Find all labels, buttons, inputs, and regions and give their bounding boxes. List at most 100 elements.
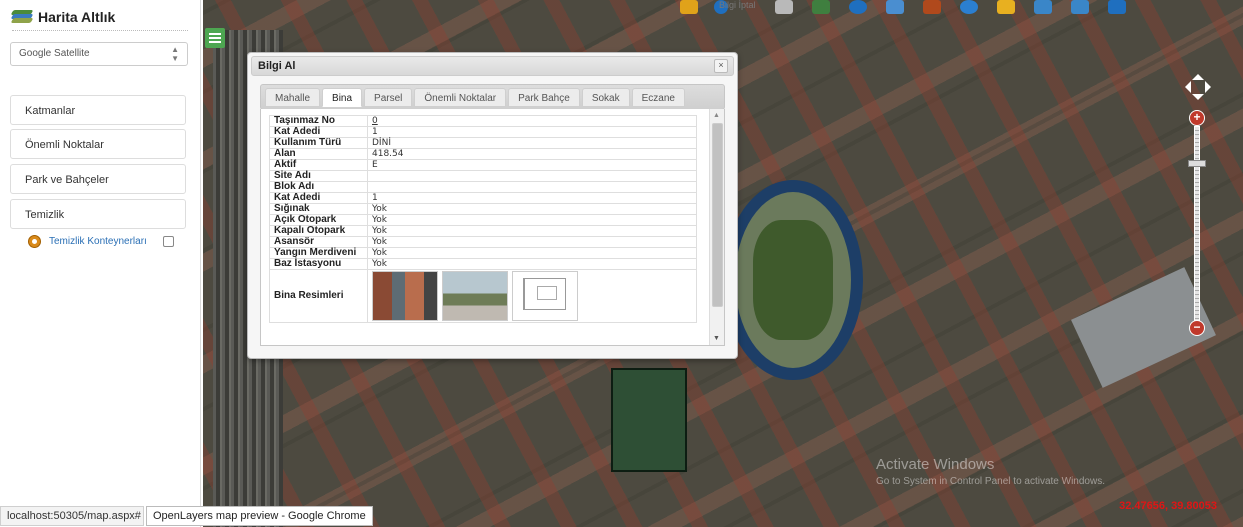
- sports-field: [611, 368, 687, 472]
- row-value: DİNİ: [367, 137, 697, 149]
- row-key: Kat Adedi: [269, 126, 368, 138]
- taskbar-window-title[interactable]: OpenLayers map preview - Google Chrome: [145, 506, 373, 526]
- building-image-thumbnail[interactable]: [442, 271, 508, 321]
- tab-eczane[interactable]: Eczane: [631, 88, 685, 107]
- table-row: Kapalı Otopark Yok: [269, 225, 697, 237]
- menu-item-onemli-noktalar[interactable]: Önemli Noktalar: [10, 129, 186, 159]
- table-row: Bina Resimleri: [269, 269, 697, 323]
- print-button[interactable]: [876, 0, 913, 20]
- watermark-subtitle: Go to System in Control Panel to activat…: [876, 476, 1105, 487]
- row-key: Taşınmaz No: [269, 115, 368, 127]
- row-value[interactable]: 0: [367, 115, 697, 127]
- info-button[interactable]: Bilgi İptal: [707, 0, 765, 20]
- layers-button[interactable]: [802, 0, 839, 20]
- briefcase-button[interactable]: [913, 0, 950, 20]
- row-value: Yok: [367, 225, 697, 237]
- pan-down-icon[interactable]: [1192, 94, 1204, 106]
- table-row: Blok Adı: [269, 181, 697, 193]
- menu-item-park-ve-bahceler[interactable]: Park ve Bahçeler: [10, 164, 186, 194]
- table-row: Aktif E: [269, 159, 697, 171]
- table-row: Baz İstasyonu Yok: [269, 258, 697, 270]
- divider: [12, 30, 188, 31]
- panel-scrollbar[interactable]: ▲ ▼: [709, 109, 724, 345]
- close-icon[interactable]: ×: [714, 59, 728, 73]
- building-image-thumbnail[interactable]: [372, 271, 438, 321]
- globe-button[interactable]: [950, 0, 987, 20]
- pan-control[interactable]: [1185, 74, 1211, 100]
- temizlik-konteynerlari-link[interactable]: Temizlik Konteynerları: [49, 236, 147, 247]
- menu-toggle-button[interactable]: [205, 28, 225, 48]
- row-key: Bina Resimleri: [269, 269, 368, 323]
- table-row: Sığınak Yok: [269, 203, 697, 215]
- table-row: Yangın Merdiveni Yok: [269, 247, 697, 259]
- toolbar-button-label: Bilgi İptal: [719, 0, 756, 10]
- temizlik-konteynerlari-checkbox[interactable]: [162, 236, 174, 247]
- scroll-down-icon[interactable]: ▼: [713, 335, 720, 342]
- row-key: Asansör: [269, 236, 368, 248]
- menu-item-label: Önemli Noktalar: [25, 139, 104, 151]
- row-key: Alan: [269, 148, 368, 160]
- ruler-pencil-button[interactable]: [670, 0, 707, 20]
- pan-up-icon[interactable]: [1192, 68, 1204, 80]
- zoom-out-button[interactable]: −: [1189, 320, 1205, 336]
- menu-item-katmanlar[interactable]: Katmanlar: [10, 95, 186, 125]
- pan-right-icon[interactable]: [1205, 81, 1217, 93]
- users-button[interactable]: [1098, 0, 1135, 20]
- pan-hand-button[interactable]: [987, 0, 1024, 20]
- zoom-in-button[interactable]: +: [1189, 110, 1205, 126]
- base-layer-select-value: Google Satellite: [19, 48, 90, 59]
- menu-item-temizlik[interactable]: Temizlik: [10, 199, 186, 229]
- table-row: Asansör Yok: [269, 236, 697, 248]
- layers-icon: [811, 0, 830, 14]
- navigation-button[interactable]: [839, 0, 876, 20]
- briefcase-icon: [922, 0, 941, 14]
- zoom-out-button[interactable]: [1061, 0, 1098, 20]
- building-info-table: Taşınmaz No 0 Kat Adedi 1 Kullanım Türü DİNİ A…: [269, 115, 697, 323]
- users-icon: [1107, 0, 1126, 14]
- row-value: Yok: [367, 214, 697, 226]
- row-key: Kullanım Türü: [269, 137, 368, 149]
- table-row: Kat Adedi 1: [269, 192, 697, 204]
- tab--nemli-noktalar[interactable]: Önemli Noktalar: [414, 88, 507, 107]
- ruler-pencil-icon: [679, 0, 698, 14]
- row-key: Yangın Merdiveni: [269, 247, 368, 259]
- tab-strip: Mahalle Bina Parsel Önemli Noktalar Park Bah…: [260, 84, 725, 110]
- app-title: Harita Altlık: [38, 9, 116, 25]
- row-key: Blok Adı: [269, 181, 368, 193]
- scrollbar-thumb[interactable]: [712, 123, 723, 307]
- map-toolbar: Bilgi İptal: [670, 0, 1135, 20]
- tabs: Mahalle Bina Parsel Önemli Noktalar Park Bah…: [265, 88, 685, 107]
- browser-statusbar: localhost:50305/map.aspx# OpenLayers map…: [0, 506, 373, 526]
- menu-item-label: Temizlik: [25, 209, 65, 221]
- row-key: Kapalı Otopark: [269, 225, 368, 237]
- row-key: Site Adı: [269, 170, 368, 182]
- zoom-in-button[interactable]: [1024, 0, 1061, 20]
- zoom-slider-handle[interactable]: [1188, 160, 1206, 167]
- watermark-title: Activate Windows: [876, 456, 995, 473]
- tab-sokak[interactable]: Sokak: [581, 88, 630, 107]
- activate-windows-watermark: Activate Windows Go to System in Control…: [876, 456, 1105, 487]
- status-url: localhost:50305/map.aspx#: [0, 506, 144, 526]
- grid-button[interactable]: [765, 0, 802, 20]
- zoom-slider-track[interactable]: [1194, 126, 1200, 326]
- scroll-up-icon[interactable]: ▲: [713, 112, 720, 119]
- row-value: Yok: [367, 236, 697, 248]
- dialog-title: Bilgi Al: [258, 60, 296, 72]
- table-row: Taşınmaz No 0: [269, 115, 697, 127]
- base-layer-select[interactable]: Google Satellite ▲ ▼: [10, 42, 188, 66]
- building-image-thumbnail[interactable]: [512, 271, 578, 321]
- tab-mahalle[interactable]: Mahalle: [265, 88, 321, 107]
- print-icon: [885, 0, 904, 14]
- row-value: Yok: [367, 247, 697, 259]
- tab-park-bah-e[interactable]: Park Bahçe: [508, 88, 580, 107]
- bilgi-al-dialog: Bilgi Al × Mahalle Bina Parsel Önemli Nokta…: [247, 52, 738, 359]
- row-value: 1: [367, 126, 697, 138]
- dialog-titlebar[interactable]: Bilgi Al ×: [251, 56, 734, 76]
- table-row: Kat Adedi 1: [269, 126, 697, 138]
- stadium: [723, 180, 863, 380]
- pan-left-icon[interactable]: [1179, 81, 1191, 93]
- tab-bina[interactable]: Bina: [322, 88, 363, 107]
- table-row: Site Adı: [269, 170, 697, 182]
- tab-parsel[interactable]: Parsel: [364, 88, 413, 107]
- brand: Harita Altlık: [10, 6, 116, 28]
